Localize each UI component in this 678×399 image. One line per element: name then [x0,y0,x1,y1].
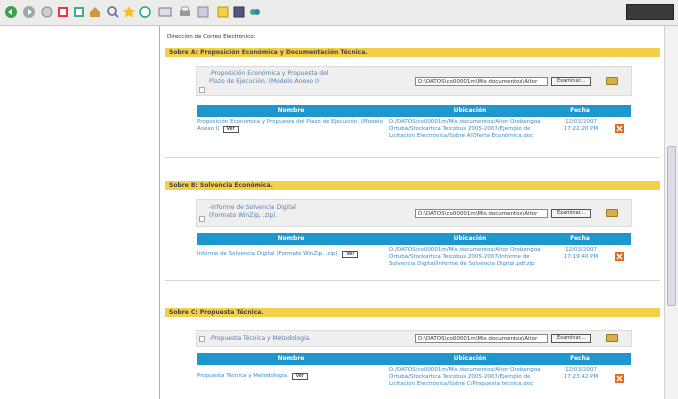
browse-button-b[interactable]: Examinar... [551,209,591,218]
column-header-ubicacion: Ubicación [453,235,487,242]
file-date-text: 12/03/2007 17:22:20 PM [563,119,599,132]
column-header-nombre: Nombre [277,235,305,242]
messenger-icon[interactable] [248,5,262,19]
file-table-a: Nombre Ubicación Fecha Proposición Econó… [197,105,631,145]
left-frame [0,26,160,399]
print-icon[interactable] [178,5,192,19]
upload-box-a: -Proposición Económica y Propuesta del P… [196,66,632,96]
upload-label-c: -Propuesta Técnica y Metodología. [209,335,312,342]
view-button[interactable]: Ver [342,251,359,258]
column-header-ubicacion: Ubicación [453,107,487,114]
file-table-c: Nombre Ubicación Fecha Propuesta Técnica… [197,353,631,393]
history-icon[interactable] [88,5,102,19]
file-table-b: Nombre Ubicación Fecha Informe de Solven… [197,233,631,273]
page-title: Dirección de Correo Electrónico: [167,34,256,40]
section-header-c: Sobre C: Propuesta Técnica. [165,308,660,317]
file-location-text: D:/DATOS/co00001m/Mis documentos/Aitor O… [389,367,541,387]
section-header-a: Sobre A: Proposición Económica y Documen… [165,48,660,57]
column-header-ubicacion: Ubicación [453,355,487,362]
file-name-link[interactable]: Propuesta Técnica y Metodología. [197,373,289,379]
main-frame: Dirección de Correo Electrónico: Sobre A… [161,26,664,399]
section-header-b: Sobre B: Solvencia Económica. [165,181,660,190]
refresh-icon[interactable] [56,5,70,19]
browse-button-a[interactable]: Examinar... [551,77,591,86]
vertical-scrollbar[interactable] [664,26,678,399]
column-header-fecha: Fecha [570,107,590,114]
forward-icon[interactable] [22,5,36,19]
table-row-nombre: Informe de Solvencia Digital (Formato Wi… [197,251,383,258]
file-location-text: D:/DATOS/co00001m/Mis documentos/Aitor O… [389,247,541,267]
folder-icon[interactable] [606,209,618,217]
scrollbar-thumb[interactable] [667,146,676,306]
browse-button-c[interactable]: Examinar... [551,334,591,343]
search-icon[interactable] [106,5,120,19]
delete-icon[interactable] [615,252,624,261]
file-path-input-c[interactable]: D:\DATOS\co00001m\Mis documentos\Aitor [415,334,548,343]
delete-icon[interactable] [615,374,624,383]
home-icon[interactable] [72,5,86,19]
column-header-fecha: Fecha [570,235,590,242]
table-header: Nombre Ubicación Fecha [197,233,631,245]
folder-icon[interactable] [606,334,618,342]
upload-label-a: -Proposición Económica y Propuesta del P… [209,70,329,85]
edit-icon[interactable] [196,5,210,19]
browser-toolbar [0,0,678,26]
section-divider [165,280,660,281]
windows-logo-icon [626,4,674,20]
table-row-nombre: Propuesta Técnica y Metodología. Ver [197,373,383,380]
upload-checkbox-a[interactable] [199,87,205,93]
table-header: Nombre Ubicación Fecha [197,353,631,365]
view-button[interactable]: Ver [222,126,239,133]
mail-icon[interactable] [158,5,172,19]
media-icon[interactable] [138,5,152,19]
file-path-input-b[interactable]: D:\DATOS\co00001m\Mis documentos\Aitor [415,209,548,218]
section-divider [165,157,660,158]
table-header: Nombre Ubicación Fecha [197,105,631,117]
file-location-text: D:/DATOS/co00001m/Mis documentos/Aitor O… [389,119,541,139]
stop-icon[interactable] [40,5,54,19]
upload-checkbox-b[interactable] [199,216,205,222]
delete-icon[interactable] [615,124,624,133]
upload-label-b: -Informe de Solvencia Digital (Formato W… [209,204,296,219]
file-date-text: 12/03/2007 17:23:42 PM [563,367,599,380]
research-icon[interactable] [232,5,246,19]
back-icon[interactable] [4,5,18,19]
upload-box-b: -Informe de Solvencia Digital (Formato W… [196,199,632,227]
column-header-fecha: Fecha [570,355,590,362]
column-header-nombre: Nombre [277,107,305,114]
file-date-text: 12/03/2007 17:19:40 PM [563,247,599,260]
view-button[interactable]: Ver [291,373,308,380]
upload-box-c: -Propuesta Técnica y Metodología. D:\DAT… [196,330,632,347]
discuss-icon[interactable] [216,5,230,19]
file-path-input-a[interactable]: D:\DATOS\co00001m\Mis documentos\Aitor [415,77,548,86]
table-row-nombre: Proposición Económica y Propuesta del Pl… [197,119,383,133]
folder-icon[interactable] [606,77,618,85]
file-name-link[interactable]: Informe de Solvencia Digital (Formato Wi… [197,251,339,257]
column-header-nombre: Nombre [277,355,305,362]
upload-checkbox-c[interactable] [199,336,205,342]
favorites-icon[interactable] [122,5,136,19]
